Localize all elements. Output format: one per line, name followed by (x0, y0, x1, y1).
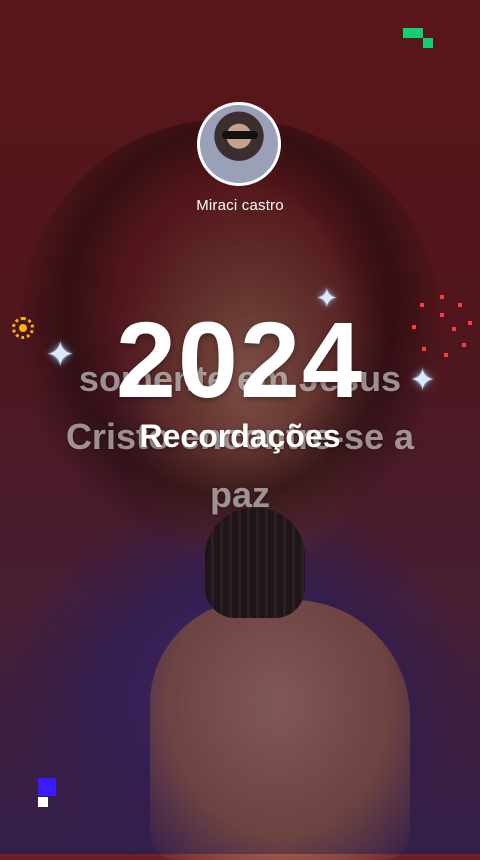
firework-burst-icon (410, 295, 476, 361)
sparkle-icon: ✦ (46, 336, 75, 374)
pixel-decoration-blue (38, 778, 56, 796)
pixel-decoration-green (413, 28, 423, 38)
pixel-decoration-green (423, 38, 433, 48)
pixel-decoration-white (38, 797, 48, 807)
profile-avatar[interactable] (197, 102, 281, 186)
avatar-sunglasses (222, 131, 258, 139)
sparkle-icon: ✦ (410, 364, 436, 397)
recap-caption: Recordações (139, 418, 341, 454)
sparkle-icon: ✦ (316, 283, 338, 313)
profile-username[interactable]: Miraci castro (0, 197, 480, 214)
pixel-decoration-green (403, 28, 413, 38)
subtitle-line-3: paz (209, 474, 270, 515)
sun-icon (12, 317, 34, 339)
